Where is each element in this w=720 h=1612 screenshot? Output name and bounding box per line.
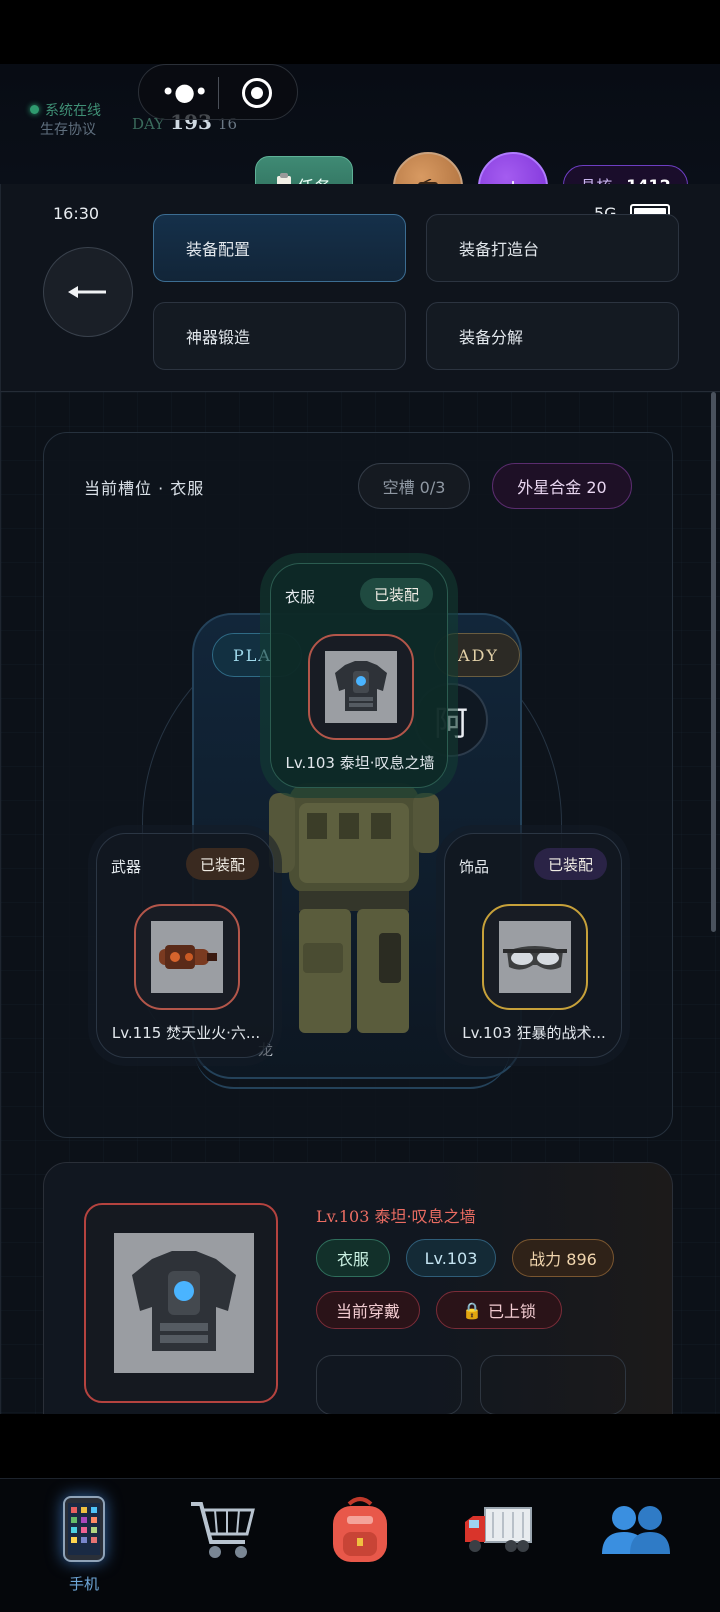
tab-transport[interactable] — [448, 1489, 548, 1599]
back-arrow-icon — [68, 286, 106, 298]
equip-slot-accessory[interactable]: 饰品 已装配 Lv.103 狂暴的战术... — [444, 833, 622, 1058]
stat-box — [480, 1355, 626, 1414]
detail-item-name: Lv.103 泰坦·叹息之墙 — [316, 1207, 476, 1226]
backpack-icon — [320, 1489, 400, 1569]
system-status: 系统在线 生存协议 — [30, 102, 101, 140]
close-target-icon[interactable] — [242, 78, 272, 108]
equip-detail-card: Lv.103 泰坦·叹息之墙 衣服 Lv.103 战力 896 当前穿戴 🔒 已上… — [43, 1162, 673, 1414]
slot-title: 当前槽位 · 衣服 — [84, 479, 205, 498]
game-header: 系统在线 生存协议 DAY19316 任务 + 晶核 1412 — [0, 64, 720, 222]
system-status-text: 系统在线 — [45, 103, 101, 119]
equip-state-badge: 已装配 — [359, 578, 433, 610]
alloy-badge: 外星合金 20 — [492, 463, 632, 509]
more-icon[interactable]: •●• — [161, 78, 208, 106]
empty-slots-badge: 空槽 0/3 — [358, 463, 470, 509]
equip-icon-frame — [134, 904, 240, 1010]
equip-icon-frame — [482, 904, 588, 1010]
stat-box — [316, 1355, 462, 1414]
equip-state-badge: 已装配 — [185, 848, 259, 880]
equip-slot-weapon[interactable]: 武器 已装配 Lv.115 焚天业火·六... — [96, 833, 274, 1058]
tab-social[interactable] — [586, 1489, 686, 1599]
tag-power: 战力 896 — [512, 1239, 614, 1277]
protocol-text: 生存协议 — [40, 122, 96, 138]
bottom-tab-bar: 手机 — [0, 1478, 720, 1612]
users-icon — [596, 1489, 676, 1569]
status-time: 16:30 — [53, 204, 100, 223]
bottom-black-bar — [0, 1414, 720, 1478]
tag-level: Lv.103 — [406, 1239, 496, 1277]
equip-category: 衣服 — [285, 588, 316, 606]
flame-cannon-icon — [151, 921, 223, 993]
lock-icon: 🔒 — [462, 1300, 482, 1320]
equip-name: Lv.103 狂暴的战术... — [462, 1024, 606, 1042]
miniapp-capsule: •●• — [138, 64, 298, 120]
scrollbar[interactable] — [711, 392, 716, 932]
cart-icon — [182, 1489, 262, 1569]
main-content: 当前槽位 · 衣服 空槽 0/3 外星合金 20 PLA ADY 阿 龙 武器 … — [0, 392, 720, 1414]
armor-large-icon — [114, 1233, 254, 1373]
capsule-divider — [218, 77, 219, 109]
sub-header: 16:30 5G 装备配置 装备打造台 神器锻造 装备分解 — [0, 184, 720, 392]
equip-category: 饰品 — [459, 858, 490, 876]
armor-icon — [325, 651, 397, 723]
equip-name: Lv.103 泰坦·叹息之墙 — [285, 754, 435, 772]
tab-dismantle[interactable]: 装备分解 — [426, 302, 679, 370]
top-black-bar — [0, 0, 720, 64]
tag-locked-label: 已上锁 — [487, 1302, 536, 1321]
tab-forge-table[interactable]: 装备打造台 — [426, 214, 679, 282]
tag-current-wear: 当前穿戴 — [316, 1291, 420, 1329]
tab-shop[interactable] — [172, 1489, 272, 1599]
equip-name: Lv.115 焚天业火·六... — [111, 1024, 261, 1042]
equip-category: 武器 — [111, 858, 142, 876]
detail-image-frame — [84, 1203, 278, 1403]
online-dot-icon — [30, 105, 39, 114]
tab-phone-label: 手机 — [68, 1575, 99, 1593]
slot-card: 当前槽位 · 衣服 空槽 0/3 外星合金 20 PLA ADY 阿 龙 武器 … — [43, 432, 673, 1138]
tab-artifact-forge[interactable]: 神器锻造 — [153, 302, 406, 370]
soldier-figure — [269, 783, 439, 1033]
goggles-icon — [499, 921, 571, 993]
tab-equip-config[interactable]: 装备配置 — [153, 214, 406, 282]
equip-slot-clothes[interactable]: 衣服 已装配 Lv.103 泰坦·叹息之墙 — [270, 563, 448, 788]
tag-locked[interactable]: 🔒 已上锁 — [436, 1291, 562, 1329]
tag-category: 衣服 — [316, 1239, 390, 1277]
equip-state-badge: 已装配 — [533, 848, 607, 880]
equip-icon-frame — [308, 634, 414, 740]
tab-backpack[interactable] — [310, 1489, 410, 1599]
back-button[interactable] — [43, 247, 133, 337]
phone-icon — [44, 1489, 124, 1569]
truck-icon — [458, 1489, 538, 1569]
tab-phone[interactable]: 手机 — [34, 1489, 134, 1599]
